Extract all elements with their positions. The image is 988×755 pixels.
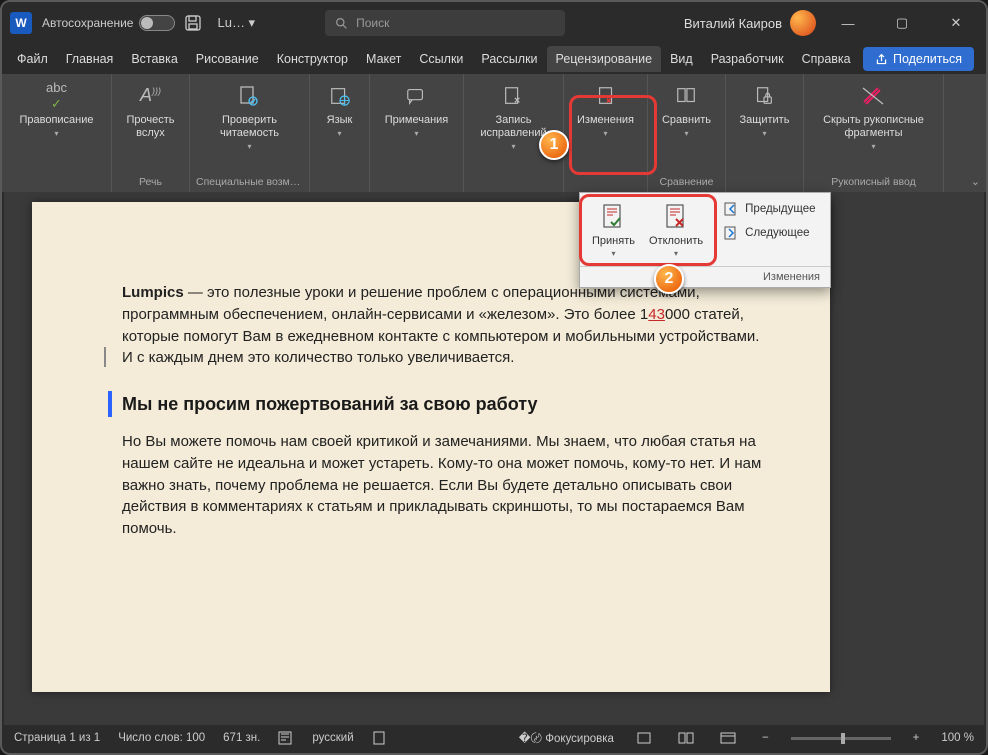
ribbon-expand-icon[interactable]: ⌄ — [971, 175, 980, 188]
dropdown-footer: Изменения — [580, 266, 830, 287]
close-button[interactable]: ✕ — [934, 8, 978, 38]
protect-button[interactable]: Защитить — [732, 78, 798, 186]
next-change-button[interactable]: Следующее — [719, 223, 826, 243]
tab-layout[interactable]: Макет — [357, 46, 410, 72]
tab-view[interactable]: Вид — [661, 46, 702, 72]
zoom-slider[interactable] — [791, 737, 891, 740]
word-icon: W — [10, 12, 32, 34]
comments-button[interactable]: Примечания — [377, 78, 457, 186]
maximize-button[interactable]: ▢ — [880, 8, 924, 38]
ribbon: abc✓ Правописание A))) Прочесть вслух Ре… — [2, 74, 986, 192]
accessibility-icon — [235, 82, 263, 110]
accessibility-button[interactable]: Проверитьчитаемость — [212, 78, 287, 174]
spelling-icon: abc✓ — [42, 82, 70, 110]
view-web-icon[interactable] — [716, 731, 740, 745]
save-icon[interactable] — [185, 15, 201, 31]
share-button[interactable]: Поделиться — [863, 47, 974, 71]
tab-file[interactable]: Файл — [8, 46, 57, 72]
previous-change-button[interactable]: Предыдущее — [719, 199, 826, 219]
share-label: Поделиться — [893, 52, 962, 66]
zoom-level[interactable]: 100 % — [941, 732, 974, 744]
view-print-icon[interactable] — [632, 731, 656, 745]
accept-icon — [597, 201, 629, 233]
track-changes-button[interactable]: Записьисправлений — [472, 78, 554, 186]
tab-help[interactable]: Справка — [793, 46, 860, 72]
tab-review[interactable]: Рецензирование — [547, 46, 662, 72]
paragraph-1[interactable]: Lumpics — это полезные уроки и решение п… — [122, 282, 770, 369]
tab-mailings[interactable]: Рассылки — [472, 46, 546, 72]
search-placeholder: Поиск — [356, 16, 389, 30]
spelling-button[interactable]: abc✓ Правописание — [11, 78, 101, 186]
compare-icon — [672, 82, 700, 110]
tab-references[interactable]: Ссылки — [410, 46, 472, 72]
protect-icon — [750, 82, 778, 110]
user-account[interactable]: Виталий Каиров — [684, 10, 816, 36]
search-box[interactable]: Поиск — [325, 10, 565, 36]
hide-ink-icon — [859, 82, 887, 110]
read-aloud-icon: A))) — [137, 82, 165, 110]
language-icon — [326, 82, 354, 110]
status-accessibility-icon[interactable] — [372, 731, 388, 745]
marker-1: 1 — [539, 130, 569, 160]
search-icon — [335, 17, 348, 30]
minimize-button[interactable]: ― — [826, 8, 870, 38]
document-title[interactable]: Lu… ▾ — [217, 15, 255, 31]
share-icon — [875, 53, 888, 66]
next-icon — [723, 225, 739, 241]
changes-button[interactable]: Изменения — [569, 78, 642, 186]
status-words[interactable]: Число слов: 100 — [118, 732, 205, 744]
prev-icon — [723, 201, 739, 217]
zoom-in-button[interactable]: + — [909, 732, 924, 744]
status-bar: Страница 1 из 1 Число слов: 100 671 зн. … — [4, 725, 984, 751]
user-name: Виталий Каиров — [684, 16, 782, 31]
language-button[interactable]: Язык — [318, 78, 362, 186]
tab-developer[interactable]: Разработчик — [702, 46, 793, 72]
changes-icon — [592, 82, 620, 110]
reject-icon — [660, 201, 692, 233]
reject-button[interactable]: Отклонить ▾ — [643, 199, 709, 260]
tab-draw[interactable]: Рисование — [187, 46, 268, 72]
status-chars[interactable]: 671 зн. — [223, 732, 260, 744]
read-aloud-button[interactable]: A))) Прочесть вслух — [112, 78, 189, 174]
titlebar: W Автосохранение Lu… ▾ Поиск Виталий Каи… — [2, 2, 986, 44]
track-changes-icon — [499, 82, 527, 110]
paragraph-2[interactable]: Но Вы можете помочь нам своей критикой и… — [122, 431, 770, 540]
status-page[interactable]: Страница 1 из 1 — [14, 732, 100, 744]
status-focus[interactable]: �〄 Фокусировка — [519, 730, 614, 746]
document-area: Lumpics — это полезные уроки и решение п… — [4, 192, 984, 725]
avatar — [790, 10, 816, 36]
status-proofing-icon[interactable] — [278, 731, 294, 745]
tab-design[interactable]: Конструктор — [268, 46, 357, 72]
autosave-toggle[interactable]: Автосохранение — [42, 15, 175, 31]
status-lang[interactable]: русский — [312, 732, 353, 744]
tab-insert[interactable]: Вставка — [122, 46, 186, 72]
toggle-switch[interactable] — [139, 15, 175, 31]
hide-ink-button[interactable]: Скрыть рукописныефрагменты — [815, 78, 932, 174]
zoom-out-button[interactable]: − — [758, 732, 773, 744]
view-read-icon[interactable] — [674, 731, 698, 745]
marker-2: 2 — [654, 264, 684, 294]
tab-home[interactable]: Главная — [57, 46, 123, 72]
accept-button[interactable]: Принять ▾ — [586, 199, 641, 260]
changes-dropdown: Принять ▾ Отклонить ▾ Предыдущее Следующ… — [579, 192, 831, 288]
compare-button[interactable]: Сравнить — [654, 78, 719, 174]
autosave-label: Автосохранение — [42, 16, 133, 30]
change-bar — [104, 347, 106, 367]
ribbon-tabs: Файл Главная Вставка Рисование Конструкт… — [2, 44, 986, 74]
heading-2[interactable]: Мы не просим пожертвований за свою работ… — [108, 391, 770, 417]
comments-icon — [402, 82, 430, 110]
